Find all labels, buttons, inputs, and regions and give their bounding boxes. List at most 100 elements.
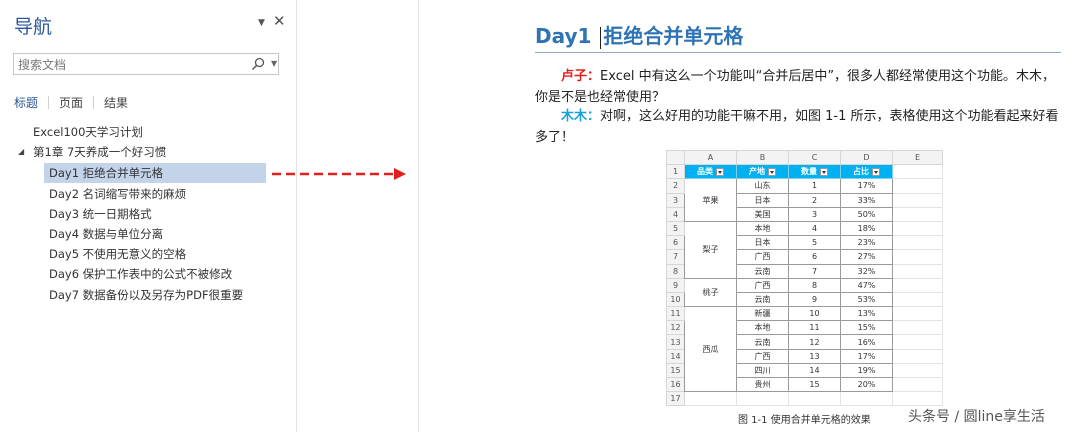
- empty-cell: [684, 391, 737, 407]
- origin-cell: 本地: [736, 320, 789, 336]
- filter-dropdown-icon[interactable]: [820, 167, 828, 176]
- nav-tabs: 标题 页面 结果: [14, 94, 128, 111]
- table-row: 2 苹果 山东 1 17%: [666, 178, 943, 222]
- merged-category-cell: 桃子: [684, 277, 737, 308]
- ratio-cell: 50%: [840, 206, 893, 222]
- row-number: 4: [666, 206, 685, 222]
- merged-category-cell: 苹果: [684, 178, 737, 222]
- row-number: 5: [666, 220, 685, 237]
- document-page[interactable]: Day1 拒绝合并单元格 卢子：Excel 中有这么一个功能叫“合并后居中”，很…: [418, 0, 1080, 432]
- empty-cell: [840, 391, 893, 407]
- row-number: 17: [666, 391, 685, 407]
- origin-cell: 本地: [736, 220, 789, 237]
- empty-cell: [892, 235, 943, 251]
- quantity-cell: 8: [788, 277, 841, 293]
- ratio-cell: 19%: [840, 362, 893, 379]
- tree-item-title[interactable]: Excel100天学习计划: [33, 122, 143, 142]
- tree-item-day2[interactable]: Day2 名词缩写带来的麻烦: [44, 184, 266, 204]
- spreadsheet-figure: A B C D E 1 品类 产地 数量 占比 2 苹果 山东 1 17% 3 日本 2 33% 4 美国 3 50% 5 梨子…: [666, 149, 946, 407]
- search-input[interactable]: [14, 55, 234, 75]
- quantity-cell: 9: [788, 291, 841, 308]
- column-letter: C: [788, 149, 841, 166]
- empty-cell: [892, 334, 943, 350]
- ratio-cell: 33%: [840, 192, 893, 208]
- ratio-cell: 17%: [840, 178, 893, 194]
- quantity-cell: 4: [788, 220, 841, 237]
- row-number: 6: [666, 235, 685, 251]
- ratio-cell: 47%: [840, 277, 893, 293]
- close-icon[interactable]: ✕: [273, 12, 286, 30]
- ratio-cell: 32%: [840, 263, 893, 279]
- select-all-corner: [666, 149, 685, 166]
- tab-headings[interactable]: 标题: [14, 94, 38, 111]
- row-number: 1: [666, 164, 685, 180]
- tab-results[interactable]: 结果: [104, 94, 128, 111]
- quantity-cell: 11: [788, 320, 841, 336]
- header-cell: 占比: [840, 164, 893, 180]
- origin-cell: 四川: [736, 362, 789, 379]
- paragraph-text: 对啊，这么好用的功能干嘛不用，如图 1-1 所示，表格使用这个功能看起来好看多了…: [535, 109, 1059, 145]
- header-label: 产地: [749, 167, 765, 177]
- filter-dropdown-icon[interactable]: [872, 167, 880, 176]
- filter-dropdown-icon[interactable]: [768, 167, 776, 176]
- row-number: 10: [666, 291, 685, 308]
- empty-cell: [788, 391, 841, 407]
- header-label: 数量: [801, 167, 817, 177]
- empty-cell: [892, 320, 943, 336]
- quantity-cell: 6: [788, 249, 841, 265]
- nav-title: 导航: [14, 16, 53, 38]
- quantity-cell: 15: [788, 376, 841, 393]
- empty-cell: [892, 376, 943, 393]
- merged-category-cell: 梨子: [684, 220, 737, 279]
- quantity-cell: 10: [788, 306, 841, 322]
- ratio-cell: 18%: [840, 220, 893, 237]
- text-cursor: [600, 26, 602, 49]
- header-cell: 产地: [736, 164, 789, 180]
- heading-text: 拒绝合并单元格: [603, 24, 744, 48]
- tree-item-day1[interactable]: Day1 拒绝合并单元格: [44, 163, 266, 183]
- tree-item-day3[interactable]: Day3 统一日期格式: [44, 204, 266, 224]
- search-box[interactable]: ▼: [13, 53, 279, 75]
- column-letter: D: [840, 149, 893, 166]
- sheet-table: A B C D E 1 品类 产地 数量 占比 2 苹果 山东 1 17% 3 日本 2 33% 4 美国 3 50% 5 梨子…: [666, 149, 943, 407]
- row-number: 9: [666, 277, 685, 293]
- watermark: 头条号 / 圆line享生活: [908, 409, 1045, 425]
- origin-cell: 广西: [736, 348, 789, 364]
- ratio-cell: 20%: [840, 376, 893, 393]
- search-options-icon[interactable]: ▼: [271, 55, 277, 73]
- header-cell: 数量: [788, 164, 841, 180]
- tree-item-chapter1[interactable]: 第1章 7天养成一个好习惯: [33, 142, 166, 162]
- column-header-row: ABCDE: [666, 149, 943, 166]
- origin-cell: 广西: [736, 277, 789, 293]
- search-icon[interactable]: [250, 56, 266, 72]
- quantity-cell: 1: [788, 178, 841, 194]
- expand-caret-icon[interactable]: ◢: [18, 142, 24, 162]
- empty-cell: [892, 164, 943, 180]
- tree-item-day5[interactable]: Day5 不使用无意义的空格: [44, 244, 266, 264]
- origin-cell: 贵州: [736, 376, 789, 393]
- quantity-cell: 7: [788, 263, 841, 279]
- origin-cell: 广西: [736, 249, 789, 265]
- empty-cell: [892, 192, 943, 208]
- origin-cell: 云南: [736, 291, 789, 308]
- empty-cell: [892, 348, 943, 364]
- filter-dropdown-icon[interactable]: [716, 167, 724, 176]
- header-label: 品类: [697, 167, 713, 177]
- tree-item-day4[interactable]: Day4 数据与单位分离: [44, 224, 266, 244]
- tab-pages[interactable]: 页面: [59, 94, 83, 111]
- origin-cell: 山东: [736, 178, 789, 194]
- row-number: 15: [666, 362, 685, 379]
- tree-item-day6[interactable]: Day6 保护工作表中的公式不被修改: [44, 264, 266, 284]
- row-number: 12: [666, 320, 685, 336]
- row-number: 2: [666, 178, 685, 194]
- header-label: 占比: [853, 167, 869, 177]
- nav-options-icon[interactable]: ▼: [258, 18, 265, 28]
- quantity-cell: 3: [788, 206, 841, 222]
- row-number: 3: [666, 192, 685, 208]
- pane-splitter[interactable]: [296, 0, 297, 432]
- row-number: 14: [666, 348, 685, 364]
- empty-cell: [892, 391, 943, 407]
- tree-item-day7[interactable]: Day7 数据备份以及另存为PDF很重要: [44, 285, 266, 305]
- empty-cell: [892, 220, 943, 237]
- quantity-cell: 5: [788, 235, 841, 251]
